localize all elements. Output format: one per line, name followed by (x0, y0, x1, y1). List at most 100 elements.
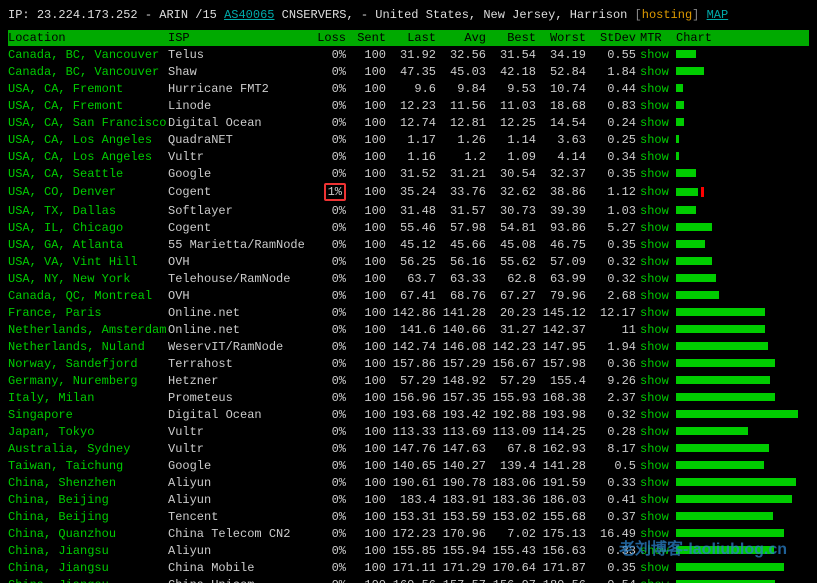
mtr-show-link[interactable]: show (640, 321, 676, 338)
table-row: USA, CA, FremontHurricane FMT20%1009.69.… (8, 80, 809, 97)
cell-stdev: 0.33 (590, 542, 640, 559)
mtr-show-link[interactable]: show (640, 355, 676, 372)
mtr-show-link[interactable]: show (640, 525, 676, 542)
cell-location: USA, CA, Los Angeles (8, 148, 168, 165)
cell-loss: 0% (308, 236, 352, 253)
cell-best: 42.18 (490, 63, 540, 80)
cell-loss: 0% (308, 321, 352, 338)
mtr-show-link[interactable]: show (640, 202, 676, 219)
mtr-show-link[interactable]: show (640, 372, 676, 389)
cell-last: 57.29 (390, 372, 440, 389)
cell-stdev: 0.32 (590, 406, 640, 423)
chart-bar (676, 114, 809, 131)
mtr-show-link[interactable]: show (640, 165, 676, 182)
cell-last: 190.61 (390, 474, 440, 491)
cell-isp: Google (168, 457, 308, 474)
table-row: China, QuanzhouChina Telecom CN20%100172… (8, 525, 809, 542)
mtr-show-link[interactable]: show (640, 423, 676, 440)
mtr-show-link[interactable]: show (640, 80, 676, 97)
mtr-show-link[interactable]: show (640, 253, 676, 270)
mtr-show-link[interactable]: show (640, 457, 676, 474)
cell-isp: Vultr (168, 423, 308, 440)
mtr-show-link[interactable]: show (640, 219, 676, 236)
chart-bar (676, 182, 809, 202)
cell-best: 139.4 (490, 457, 540, 474)
chart-bar (676, 576, 809, 583)
cell-isp: Cogent (168, 182, 308, 202)
cell-stdev: 1.03 (590, 202, 640, 219)
cell-best: 1.14 (490, 131, 540, 148)
mtr-show-link[interactable]: show (640, 46, 676, 63)
mtr-show-link[interactable]: show (640, 236, 676, 253)
mtr-show-link[interactable]: show (640, 131, 676, 148)
cell-isp: 55 Marietta/RamNode (168, 236, 308, 253)
cell-stdev: 0.54 (590, 576, 640, 583)
cell-stdev: 0.32 (590, 270, 640, 287)
table-row: China, BeijingAliyun0%100183.4183.91183.… (8, 491, 809, 508)
mtr-show-link[interactable]: show (640, 338, 676, 355)
mtr-show-link[interactable]: show (640, 389, 676, 406)
mtr-show-link[interactable]: show (640, 97, 676, 114)
table-row: Canada, BC, VancouverShaw0%10047.3545.03… (8, 63, 809, 80)
cell-sent: 100 (352, 304, 390, 321)
mtr-show-link[interactable]: show (640, 559, 676, 576)
mtr-show-link[interactable]: show (640, 114, 676, 131)
mtr-show-link[interactable]: show (640, 542, 676, 559)
map-link[interactable]: MAP (707, 8, 729, 22)
mtr-show-link[interactable]: show (640, 304, 676, 321)
cell-location: China, Quanzhou (8, 525, 168, 542)
cell-isp: Hurricane FMT2 (168, 80, 308, 97)
cell-loss: 1% (308, 182, 352, 202)
cell-best: 12.25 (490, 114, 540, 131)
col-stdev: StDev (590, 30, 640, 46)
cell-loss: 0% (308, 253, 352, 270)
table-row: France, ParisOnline.net0%100142.86141.28… (8, 304, 809, 321)
cell-isp: Prometeus (168, 389, 308, 406)
cell-worst: 175.13 (540, 525, 590, 542)
mtr-show-link[interactable]: show (640, 440, 676, 457)
cell-last: 63.7 (390, 270, 440, 287)
mtr-show-link[interactable]: show (640, 491, 676, 508)
cell-best: 170.64 (490, 559, 540, 576)
cell-avg: 146.08 (440, 338, 490, 355)
cell-avg: 63.33 (440, 270, 490, 287)
col-best: Best (490, 30, 540, 46)
cell-best: 32.62 (490, 182, 540, 202)
col-last: Last (390, 30, 440, 46)
cell-stdev: 5.27 (590, 219, 640, 236)
mtr-show-link[interactable]: show (640, 270, 676, 287)
cell-stdev: 11 (590, 321, 640, 338)
cell-last: 67.41 (390, 287, 440, 304)
mtr-show-link[interactable]: show (640, 406, 676, 423)
cell-avg: 56.16 (440, 253, 490, 270)
cell-isp: Vultr (168, 148, 308, 165)
mtr-show-link[interactable]: show (640, 148, 676, 165)
cell-location: Australia, Sydney (8, 440, 168, 457)
table-row: Australia, SydneyVultr0%100147.76147.636… (8, 440, 809, 457)
cell-best: 113.09 (490, 423, 540, 440)
mtr-show-link[interactable]: show (640, 474, 676, 491)
chart-bar (676, 355, 809, 372)
table-row: China, JiangsuChina Unicom0%100160.56157… (8, 576, 809, 583)
cell-worst: 145.12 (540, 304, 590, 321)
asn-link[interactable]: AS40065 (224, 8, 274, 22)
cell-sent: 100 (352, 389, 390, 406)
cell-avg: 157.35 (440, 389, 490, 406)
mtr-show-link[interactable]: show (640, 576, 676, 583)
cell-isp: Google (168, 165, 308, 182)
cell-best: 9.53 (490, 80, 540, 97)
cell-stdev: 0.83 (590, 97, 640, 114)
mtr-show-link[interactable]: show (640, 182, 676, 202)
cell-isp: OVH (168, 287, 308, 304)
cell-best: 62.8 (490, 270, 540, 287)
cell-sent: 100 (352, 406, 390, 423)
table-row: China, JiangsuChina Mobile0%100171.11171… (8, 559, 809, 576)
cell-avg: 147.63 (440, 440, 490, 457)
mtr-show-link[interactable]: show (640, 63, 676, 80)
cell-isp: Digital Ocean (168, 406, 308, 423)
mtr-show-link[interactable]: show (640, 287, 676, 304)
cell-loss: 0% (308, 457, 352, 474)
mtr-show-link[interactable]: show (640, 508, 676, 525)
cell-best: 67.8 (490, 440, 540, 457)
hosting-tag: hosting (642, 8, 692, 22)
